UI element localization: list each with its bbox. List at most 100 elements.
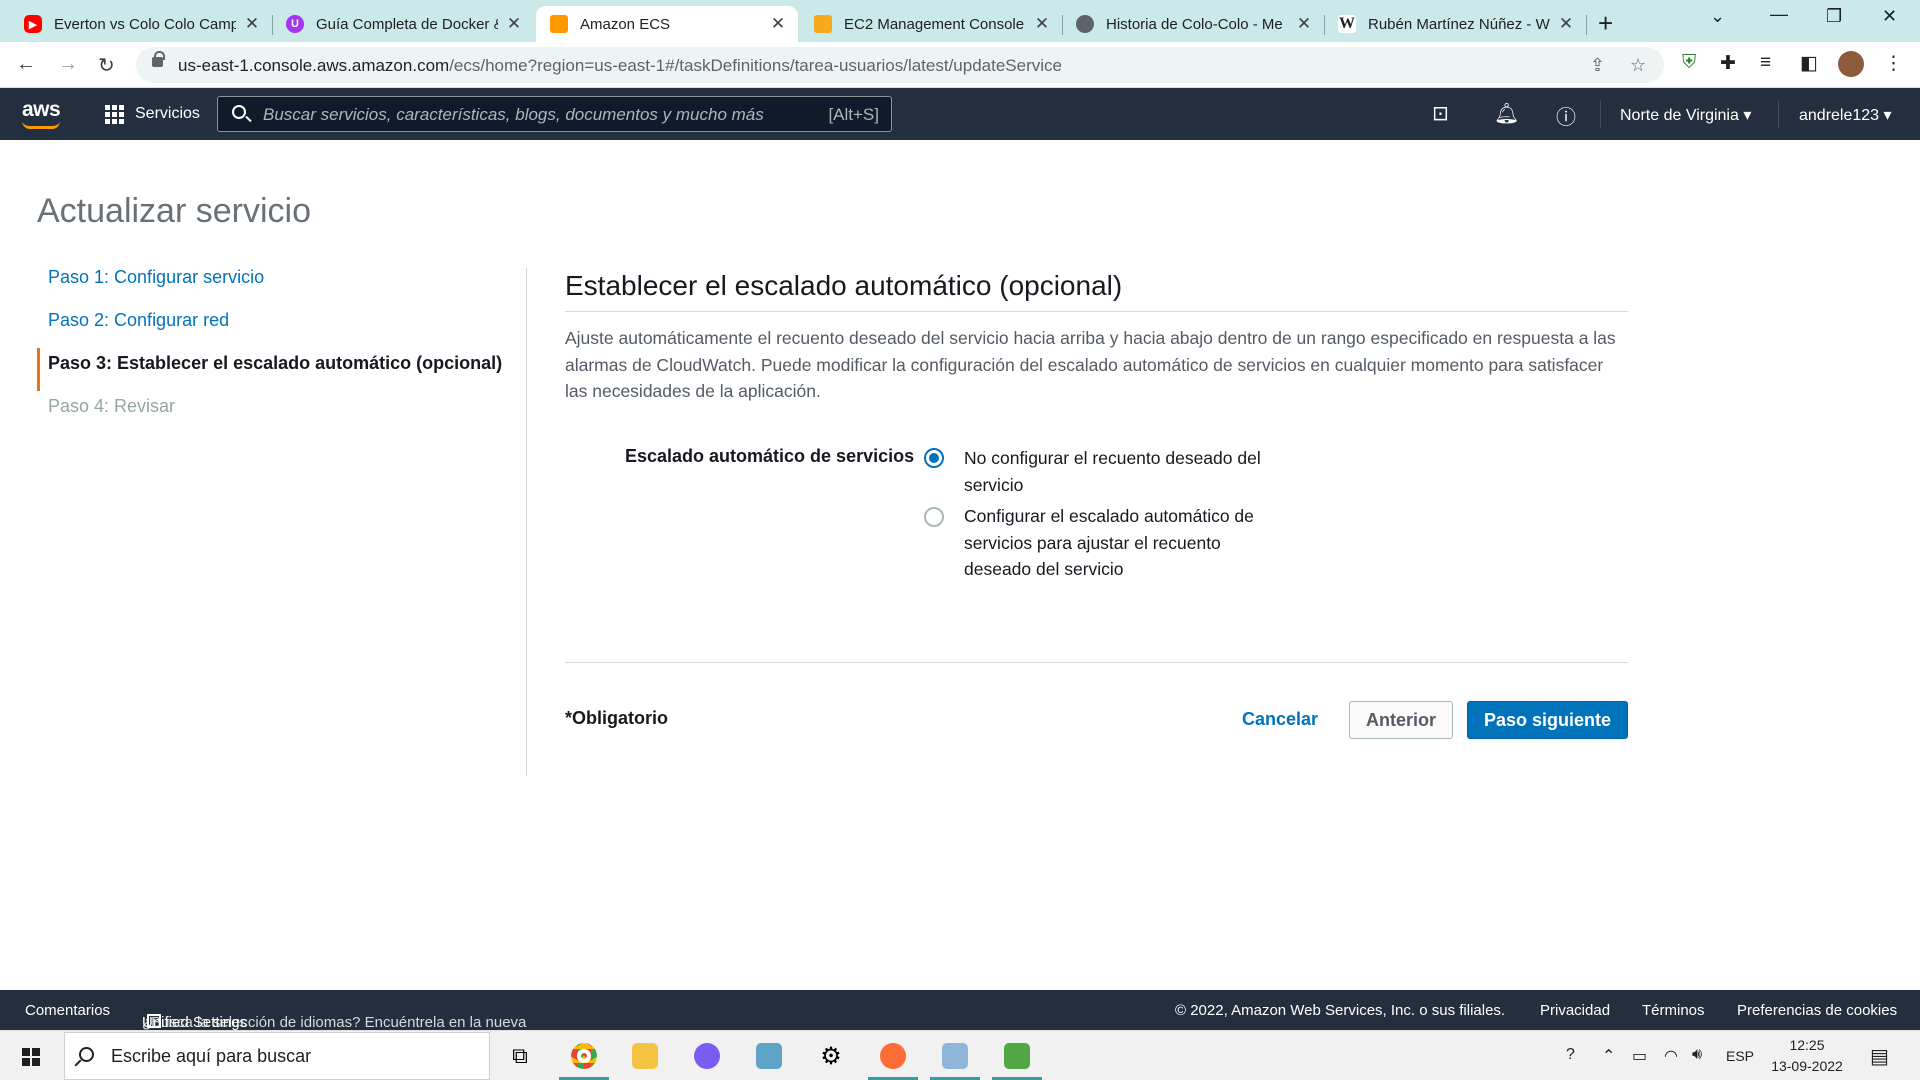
browser-tab-amazon-ecs[interactable]: Amazon ECS ✕: [536, 6, 798, 42]
minimize-icon[interactable]: —: [1770, 4, 1788, 25]
notifications-icon[interactable]: ▤: [1870, 1044, 1889, 1069]
step-1-link[interactable]: Paso 1: Configurar servicio: [37, 262, 517, 305]
tab-title: Rubén Martínez Núñez - W: [1368, 15, 1550, 33]
account-menu[interactable]: andrele123 ▾: [1799, 105, 1892, 125]
tab-title: Everton vs Colo Colo Camp: [54, 15, 236, 33]
firefox-dev-icon[interactable]: [690, 1039, 724, 1073]
chrome-taskbar-icon[interactable]: [559, 1039, 609, 1080]
steps-divider: [526, 268, 527, 776]
share-icon[interactable]: ⇪: [1590, 55, 1605, 76]
extensions-puzzle-icon[interactable]: ✚: [1720, 52, 1736, 75]
search-shortcut-hint: [Alt+S]: [828, 105, 879, 124]
clock-date: 13-09-2022: [1771, 1058, 1843, 1074]
aws-footer: Comentarios ¿Busca la selección de idiom…: [0, 990, 1920, 1031]
help-tray-icon[interactable]: ?: [1566, 1046, 1575, 1064]
forward-arrow-icon[interactable]: →: [58, 53, 78, 76]
clock[interactable]: 12:25 13-09-2022: [1768, 1035, 1846, 1077]
step-2-link[interactable]: Paso 2: Configurar red: [37, 305, 517, 348]
url-text: us-east-1.console.aws.amazon.com/ecs/hom…: [178, 56, 1062, 75]
cookie-preferences-link[interactable]: Preferencias de cookies: [1737, 1002, 1897, 1019]
bookmark-star-icon[interactable]: ☆: [1630, 55, 1646, 76]
chrome-menu-icon[interactable]: ⋮: [1884, 52, 1903, 75]
back-arrow-icon[interactable]: ←: [16, 53, 36, 76]
previous-button[interactable]: Anterior: [1349, 701, 1453, 739]
battery-icon[interactable]: ▭: [1632, 1046, 1647, 1066]
clock-time: 12:25: [1789, 1037, 1825, 1053]
close-tab-icon[interactable]: ✕: [504, 14, 524, 34]
tab-title: Historia de Colo-Colo - Me: [1106, 15, 1283, 33]
aws-logo[interactable]: aws: [22, 98, 61, 122]
search-placeholder: Buscar servicios, características, blogs…: [263, 105, 764, 124]
browser-tab-youtube[interactable]: ▶ Everton vs Colo Colo Camp ✕: [10, 6, 272, 42]
image-viewer-icon[interactable]: [992, 1039, 1042, 1080]
taskbar-search-input[interactable]: Escribe aquí para buscar: [64, 1032, 490, 1080]
reload-icon[interactable]: ↻: [98, 53, 115, 78]
notifications-bell-icon[interactable]: 🔔︎: [1494, 101, 1519, 126]
service-autoscaling-label: Escalado automático de servicios: [625, 446, 915, 466]
wifi-icon[interactable]: ◠: [1664, 1046, 1678, 1066]
tab-search-chevron-icon[interactable]: ⌄: [1710, 6, 1725, 27]
browser-tab-udemy[interactable]: U Guía Completa de Docker & ✕: [272, 6, 534, 42]
aws-search-input[interactable]: Buscar servicios, características, blogs…: [217, 96, 892, 132]
extension-shield-icon[interactable]: ⛨: [1682, 52, 1696, 74]
region-selector[interactable]: Norte de Virginia ▾: [1620, 105, 1751, 125]
radio-no-configure[interactable]: [924, 448, 944, 468]
restore-icon[interactable]: ❐: [1826, 6, 1842, 27]
cloudshell-icon[interactable]: ⊡: [1432, 101, 1449, 126]
profile-avatar[interactable]: [1838, 51, 1864, 77]
tab-title: Guía Completa de Docker &: [316, 15, 498, 33]
external-link-icon: [147, 1014, 161, 1028]
browser-tab-colo-colo[interactable]: Historia de Colo-Colo - Me ✕: [1062, 6, 1324, 42]
radio-no-configure-label[interactable]: No configurar el recuento deseado del se…: [964, 445, 1284, 498]
volume-icon[interactable]: 🔊︎: [1692, 1046, 1702, 1064]
side-panel-icon[interactable]: ◧: [1800, 52, 1818, 75]
udemy-icon: U: [286, 15, 304, 33]
aws-top-navigation: aws Servicios Buscar servicios, caracter…: [0, 88, 1920, 140]
media-queue-icon[interactable]: ≡: [1760, 52, 1771, 74]
privacy-link[interactable]: Privacidad: [1540, 1002, 1610, 1019]
settings-gear-icon[interactable]: ⚙: [814, 1039, 848, 1073]
close-tab-icon[interactable]: ✕: [1032, 14, 1052, 34]
language-indicator[interactable]: ESP: [1726, 1048, 1754, 1064]
services-grid-icon[interactable]: [105, 105, 124, 124]
close-tab-icon[interactable]: ✕: [768, 14, 788, 34]
page-title: Actualizar servicio: [37, 192, 311, 230]
youtube-icon: ▶: [24, 15, 42, 33]
new-tab-button[interactable]: +: [1598, 8, 1613, 39]
close-tab-icon[interactable]: ✕: [1294, 14, 1314, 34]
radio-configure-autoscaling-label[interactable]: Configurar el escalado automático de ser…: [964, 503, 1284, 583]
chevron-up-icon[interactable]: ⌃: [1602, 1046, 1615, 1066]
step-4-disabled: Paso 4: Revisar: [48, 396, 176, 416]
cancel-button[interactable]: Cancelar: [1230, 700, 1330, 738]
nav-separator: [1778, 100, 1779, 128]
close-tab-icon[interactable]: ✕: [1556, 14, 1576, 34]
search-icon: [79, 1047, 94, 1062]
globe-icon: [1076, 15, 1094, 33]
windows-start-icon[interactable]: [22, 1048, 40, 1066]
help-icon[interactable]: ⓘ: [1556, 101, 1576, 130]
section-title: Establecer el escalado automático (opcio…: [565, 270, 1123, 301]
close-tab-icon[interactable]: ✕: [242, 14, 262, 34]
app-icon[interactable]: [752, 1039, 786, 1073]
paint-icon[interactable]: [930, 1039, 980, 1080]
section-divider: [565, 311, 1628, 312]
wizard-steps: Paso 1: Configurar servicio Paso 2: Conf…: [37, 262, 517, 434]
file-explorer-icon[interactable]: [628, 1039, 662, 1073]
tab-title: Amazon ECS: [580, 15, 671, 33]
aws-ec2-icon: [814, 15, 832, 33]
terms-link[interactable]: Términos: [1642, 1002, 1705, 1019]
browser-tab-ec2[interactable]: EC2 Management Console ✕: [800, 6, 1062, 42]
copyright-text: © 2022, Amazon Web Services, Inc. o sus …: [1175, 1002, 1506, 1019]
feedback-link[interactable]: Comentarios: [25, 1002, 110, 1019]
next-step-button[interactable]: Paso siguiente: [1467, 701, 1628, 739]
postman-icon[interactable]: [868, 1039, 918, 1080]
browser-tab-wikipedia[interactable]: W Rubén Martínez Núñez - W ✕: [1324, 6, 1586, 42]
required-note: *Obligatorio: [565, 708, 668, 728]
task-view-icon[interactable]: ⧉: [503, 1039, 537, 1073]
address-bar[interactable]: us-east-1.console.aws.amazon.com/ecs/hom…: [136, 47, 1664, 83]
tab-title: EC2 Management Console: [844, 15, 1025, 33]
close-window-icon[interactable]: ✕: [1882, 6, 1897, 27]
aws-logo-smile: [22, 121, 60, 129]
services-menu-button[interactable]: Servicios: [135, 105, 200, 123]
radio-configure-autoscaling[interactable]: [924, 507, 944, 527]
